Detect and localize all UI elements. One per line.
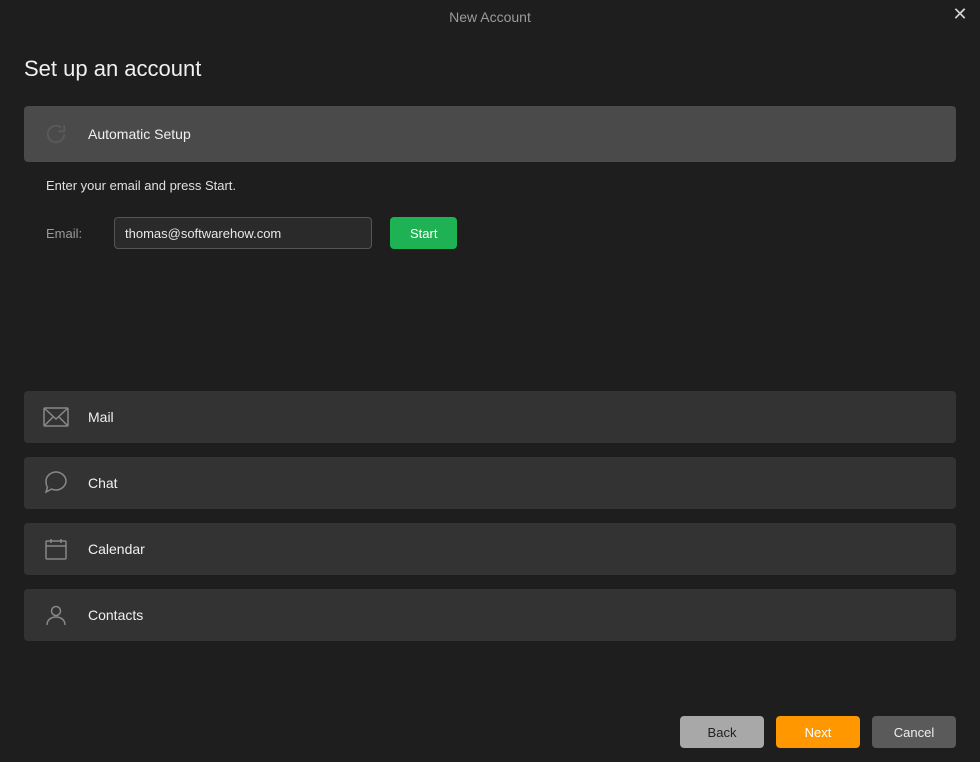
cancel-button[interactable]: Cancel [872, 716, 956, 748]
next-button[interactable]: Next [776, 716, 860, 748]
refresh-icon [40, 118, 72, 150]
option-chat[interactable]: Chat [24, 457, 956, 509]
next-button-label: Next [805, 725, 832, 740]
start-button[interactable]: Start [390, 217, 457, 249]
option-contacts[interactable]: Contacts [24, 589, 956, 641]
option-label: Chat [88, 475, 118, 491]
window-title: New Account [449, 9, 531, 25]
calendar-icon [40, 533, 72, 565]
chat-icon [40, 467, 72, 499]
option-label: Mail [88, 409, 114, 425]
option-calendar[interactable]: Calendar [24, 523, 956, 575]
option-label: Calendar [88, 541, 145, 557]
close-icon: ✕ [952, 4, 967, 25]
automatic-setup-panel[interactable]: Automatic Setup [24, 106, 956, 162]
back-button[interactable]: Back [680, 716, 764, 748]
instruction-text: Enter your email and press Start. [46, 178, 956, 193]
footer: Back Next Cancel [680, 716, 956, 748]
contacts-icon [40, 599, 72, 631]
email-field[interactable] [114, 217, 372, 249]
option-label: Contacts [88, 607, 143, 623]
option-mail[interactable]: Mail [24, 391, 956, 443]
options-list: Mail Chat [24, 391, 956, 641]
mail-icon [40, 401, 72, 433]
titlebar: New Account ✕ [0, 0, 980, 30]
close-button[interactable]: ✕ [948, 2, 972, 26]
automatic-setup-label: Automatic Setup [88, 126, 191, 142]
email-row: Email: Start [46, 217, 956, 249]
email-label: Email: [46, 226, 96, 241]
page-title: Set up an account [24, 56, 956, 82]
back-button-label: Back [708, 725, 737, 740]
